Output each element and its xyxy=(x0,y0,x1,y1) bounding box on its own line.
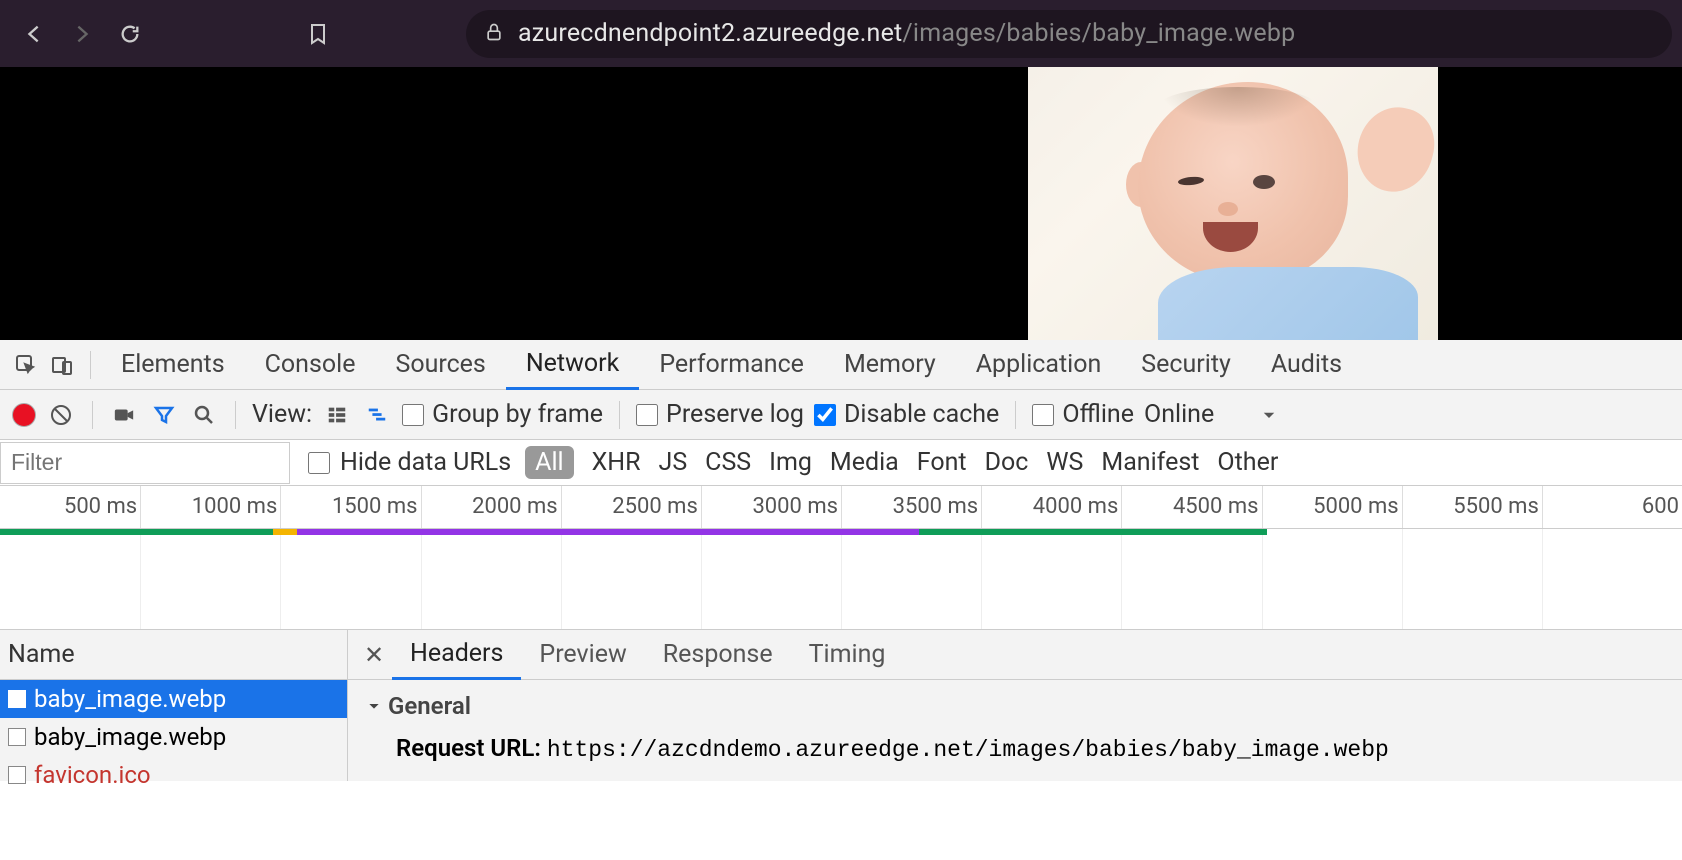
filter-type-css[interactable]: CSS xyxy=(705,448,751,477)
network-timeline[interactable]: 500 ms1000 ms1500 ms2000 ms2500 ms3000 m… xyxy=(0,486,1682,630)
lock-icon xyxy=(484,22,504,46)
forward-button[interactable] xyxy=(58,10,106,58)
online-label[interactable]: Online xyxy=(1144,400,1214,429)
request-row[interactable]: favicon.ico xyxy=(0,756,347,794)
timeline-segment xyxy=(297,529,919,535)
tab-memory[interactable]: Memory xyxy=(824,340,956,390)
search-icon[interactable] xyxy=(189,400,219,430)
timeline-segment xyxy=(0,529,273,535)
tab-network[interactable]: Network xyxy=(506,340,639,390)
group-by-frame-checkbox[interactable]: Group by frame xyxy=(402,400,603,429)
back-button[interactable] xyxy=(10,10,58,58)
filter-type-media[interactable]: Media xyxy=(830,448,899,477)
throttling-dropdown-icon[interactable] xyxy=(1254,400,1284,430)
file-icon xyxy=(8,728,26,746)
filter-input[interactable] xyxy=(0,442,290,484)
tab-performance[interactable]: Performance xyxy=(639,340,824,390)
url-text: azurecdnendpoint2.azureedge.net/images/b… xyxy=(518,19,1295,48)
browser-toolbar: azurecdnendpoint2.azureedge.net/images/b… xyxy=(0,0,1682,67)
devtools-panel: ElementsConsoleSourcesNetworkPerformance… xyxy=(0,340,1682,781)
request-url-row: Request URL: https://azcdndemo.azureedge… xyxy=(366,734,1664,763)
filter-type-all[interactable]: All xyxy=(525,446,573,479)
request-list-header[interactable]: Name xyxy=(0,630,347,680)
tab-elements[interactable]: Elements xyxy=(101,340,245,390)
filter-type-img[interactable]: Img xyxy=(769,448,812,477)
general-section-header[interactable]: General xyxy=(366,692,1664,720)
caret-down-icon xyxy=(366,698,382,714)
timeline-segment xyxy=(273,529,297,535)
reload-button[interactable] xyxy=(106,10,154,58)
large-rows-icon[interactable] xyxy=(322,400,352,430)
detail-tab-timing[interactable]: Timing xyxy=(791,630,904,680)
network-toolbar: View: Group by frame Preserve log Disabl… xyxy=(0,390,1682,440)
record-button[interactable] xyxy=(12,403,36,427)
tab-console[interactable]: Console xyxy=(245,340,376,390)
address-bar[interactable]: azurecdnendpoint2.azureedge.net/images/b… xyxy=(466,10,1672,58)
detail-tab-headers[interactable]: Headers xyxy=(392,630,521,680)
filter-type-js[interactable]: JS xyxy=(659,448,688,477)
bookmark-button[interactable] xyxy=(294,22,342,46)
detail-tab-preview[interactable]: Preview xyxy=(521,630,644,680)
disable-cache-checkbox[interactable]: Disable cache xyxy=(814,400,999,429)
displayed-image xyxy=(1028,67,1438,340)
file-icon xyxy=(8,766,26,784)
inspect-icon[interactable] xyxy=(8,347,44,383)
devtools-tabbar: ElementsConsoleSourcesNetworkPerformance… xyxy=(0,340,1682,390)
timeline-tick: 5500 ms xyxy=(1542,486,1633,528)
request-detail: ✕ HeadersPreviewResponseTiming General R… xyxy=(348,630,1682,781)
filter-type-ws[interactable]: WS xyxy=(1046,448,1083,477)
filter-type-doc[interactable]: Doc xyxy=(985,448,1029,477)
detail-pane: Name baby_image.webpbaby_image.webpfavic… xyxy=(0,630,1682,781)
filter-type-font[interactable]: Font xyxy=(917,448,967,477)
request-row[interactable]: baby_image.webp xyxy=(0,680,347,718)
preserve-log-checkbox[interactable]: Preserve log xyxy=(636,400,804,429)
request-name: baby_image.webp xyxy=(34,723,226,751)
filter-type-manifest[interactable]: Manifest xyxy=(1101,448,1199,477)
tab-security[interactable]: Security xyxy=(1121,340,1251,390)
request-list: Name baby_image.webpbaby_image.webpfavic… xyxy=(0,630,348,781)
tab-audits[interactable]: Audits xyxy=(1251,340,1362,390)
timeline-segment xyxy=(919,529,1267,535)
request-name: favicon.ico xyxy=(34,761,151,789)
clear-icon[interactable] xyxy=(46,400,76,430)
tab-sources[interactable]: Sources xyxy=(375,340,505,390)
close-icon[interactable]: ✕ xyxy=(356,641,392,669)
camera-icon[interactable] xyxy=(109,400,139,430)
tab-application[interactable]: Application xyxy=(956,340,1122,390)
filter-type-other[interactable]: Other xyxy=(1217,448,1278,477)
device-toggle-icon[interactable] xyxy=(44,347,80,383)
hide-data-urls-checkbox[interactable]: Hide data URLs xyxy=(308,448,511,477)
waterfall-icon[interactable] xyxy=(362,400,392,430)
detail-tabs: ✕ HeadersPreviewResponseTiming xyxy=(348,630,1682,680)
offline-checkbox[interactable]: Offline xyxy=(1032,400,1134,429)
filter-icon[interactable] xyxy=(149,400,179,430)
detail-tab-response[interactable]: Response xyxy=(645,630,791,680)
request-name: baby_image.webp xyxy=(34,685,226,713)
view-label: View: xyxy=(252,400,312,429)
filter-type-xhr[interactable]: XHR xyxy=(592,448,641,477)
request-row[interactable]: baby_image.webp xyxy=(0,718,347,756)
file-icon xyxy=(8,690,26,708)
page-viewport xyxy=(0,67,1682,340)
filter-bar: Hide data URLs All XHR JS CSS Img Media Font Do… xyxy=(0,440,1682,486)
